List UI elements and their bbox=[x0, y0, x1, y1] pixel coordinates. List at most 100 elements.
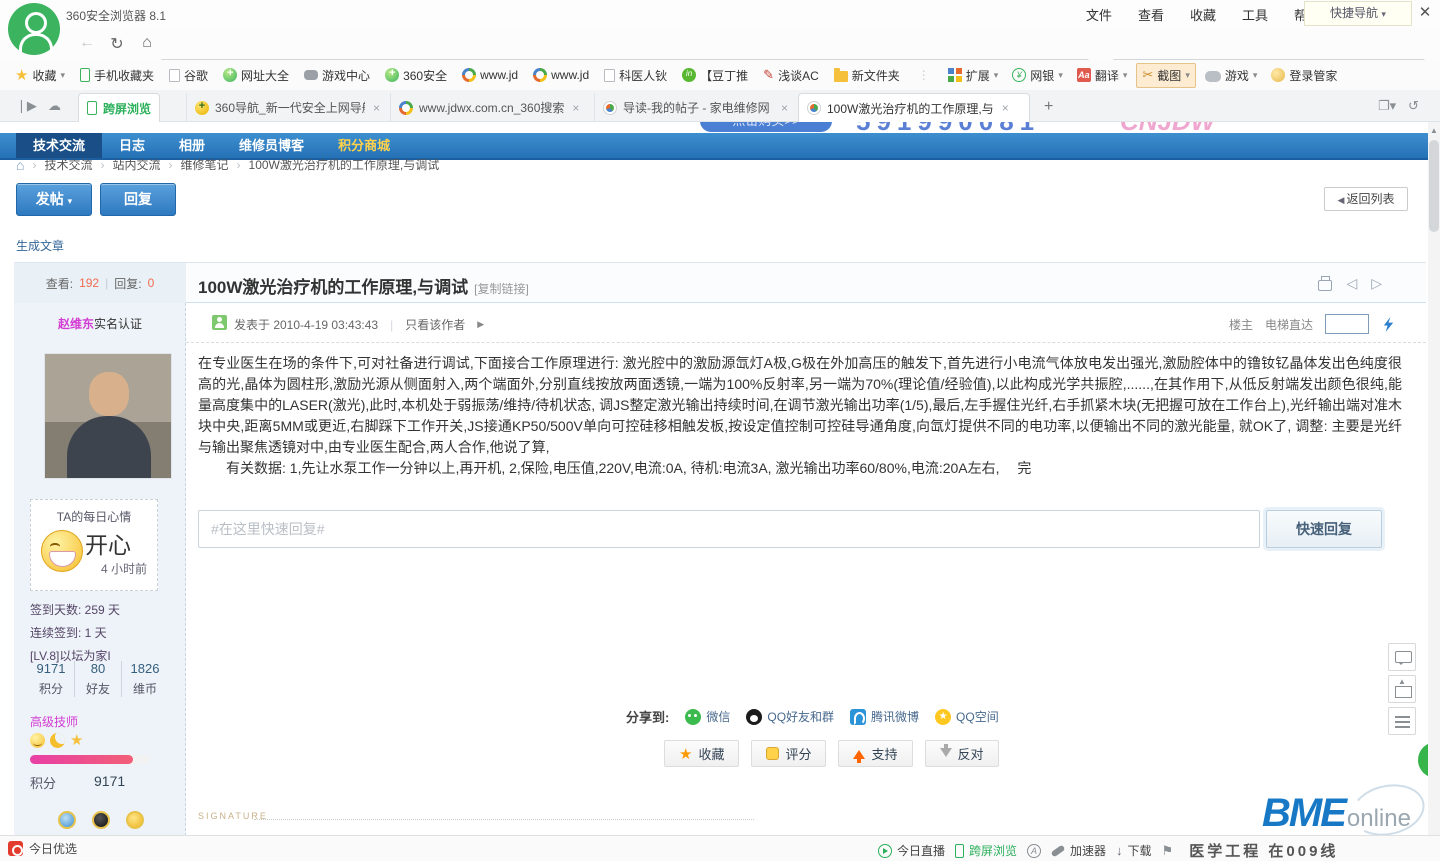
elevator-input[interactable] bbox=[1325, 314, 1369, 334]
prev-thread-icon[interactable] bbox=[1346, 275, 1357, 293]
support-button[interactable]: 支持 bbox=[838, 740, 912, 767]
menu-view[interactable]: 查看 bbox=[1138, 5, 1164, 24]
stat-friends[interactable]: 80好友 bbox=[74, 661, 121, 697]
reply-button[interactable]: 回复 bbox=[100, 183, 176, 216]
back-icon[interactable]: ← bbox=[76, 34, 98, 52]
author-name[interactable]: 赵维东 bbox=[58, 315, 94, 332]
new-post-label: 发帖 bbox=[36, 191, 64, 207]
bookmark-360safe[interactable]: 360安全 bbox=[385, 67, 447, 84]
menu-favorites[interactable]: 收藏 bbox=[1190, 5, 1216, 24]
tab-my-posts[interactable]: 导读-我的帖子 - 家电维修网 - P bbox=[594, 93, 796, 122]
plugin-screenshot[interactable]: 截图 bbox=[1136, 63, 1195, 88]
back-to-list-button[interactable]: 返回列表 bbox=[1324, 187, 1408, 211]
bookmark-jd1[interactable]: www.jd bbox=[462, 68, 518, 82]
scroll-up-icon[interactable] bbox=[1430, 126, 1438, 135]
copy-link[interactable]: [复制链接] bbox=[474, 282, 529, 296]
cloud-sync-icon[interactable]: ☁ bbox=[48, 98, 61, 114]
bookmark-games[interactable]: 游戏中心 bbox=[304, 67, 370, 84]
print-icon[interactable] bbox=[1318, 280, 1332, 291]
tab-360-nav[interactable]: 360导航_新一代安全上网导航 bbox=[186, 93, 388, 122]
quick-reply-button[interactable]: 快速回复 bbox=[1266, 510, 1382, 548]
bookmark-google[interactable]: 谷歌 bbox=[169, 67, 208, 84]
quick-reply-input[interactable] bbox=[198, 510, 1260, 548]
plugin-games[interactable]: 游戏 bbox=[1200, 64, 1263, 87]
share-wechat[interactable]: 微信 bbox=[685, 708, 730, 725]
tab-close-icon[interactable] bbox=[373, 101, 380, 115]
menu-file[interactable]: 文件 bbox=[1086, 5, 1112, 24]
new-tab-icon[interactable]: + bbox=[1044, 98, 1053, 116]
plugin-login-keeper[interactable]: 登录管家 bbox=[1266, 64, 1342, 87]
close-button[interactable] bbox=[1416, 5, 1434, 21]
nav-tech-exchange[interactable]: 技术交流 bbox=[16, 133, 102, 158]
live-today-button[interactable]: 今日直播 bbox=[878, 842, 945, 859]
favorite-button[interactable]: 收藏 bbox=[664, 740, 739, 767]
menu-tools[interactable]: 工具 bbox=[1242, 5, 1268, 24]
nav-points-mall[interactable]: 积分商城 bbox=[321, 133, 407, 158]
bookmark-favorites[interactable]: 收藏 bbox=[15, 66, 65, 84]
tab-close-icon[interactable] bbox=[781, 101, 788, 115]
share-qq[interactable]: QQ好友和群 bbox=[746, 708, 834, 725]
author-photo[interactable] bbox=[44, 353, 172, 479]
expand-icon[interactable] bbox=[477, 319, 484, 330]
cross-screen-button[interactable]: 跨屏浏览 bbox=[955, 842, 1017, 859]
only-author-link[interactable]: 只看该作者 bbox=[405, 316, 465, 333]
a-circle-icon[interactable]: A bbox=[1027, 844, 1041, 858]
translate-icon: Aa bbox=[1077, 68, 1091, 82]
scrollbar[interactable] bbox=[1428, 122, 1440, 835]
plugin-bank[interactable]: ¥网银 bbox=[1007, 64, 1068, 87]
jump-icon[interactable] bbox=[1381, 317, 1396, 332]
360-safe-icon bbox=[385, 68, 399, 82]
nav-blog[interactable]: 日志 bbox=[102, 133, 162, 158]
bme-text: BME bbox=[1262, 791, 1345, 835]
daily-picks[interactable]: 今日优选 bbox=[8, 840, 77, 857]
browser-window: 360安全浏览器 8.1 › 文件 查看 收藏 工具 帮助 ← ↻ ⌂ http… bbox=[0, 0, 1440, 861]
rate-button[interactable]: 评分 bbox=[751, 740, 826, 767]
qq-icon bbox=[746, 709, 762, 725]
home-icon[interactable]: ⌂ bbox=[136, 34, 158, 52]
tab-cross-screen[interactable]: 跨屏浏览 bbox=[78, 93, 160, 122]
tab-thread[interactable]: 100W激光治疗机的工作原理,与 bbox=[798, 93, 1030, 122]
plugin-translate[interactable]: Aa翻译 bbox=[1072, 64, 1133, 87]
tab-search[interactable]: www.jdwx.com.cn_360搜索 bbox=[390, 93, 592, 122]
next-thread-icon[interactable] bbox=[1371, 275, 1382, 293]
tab-list-icon[interactable]: ❐ bbox=[1378, 98, 1396, 114]
buy-button-fragment[interactable]: 点击购买>> bbox=[700, 122, 832, 132]
tab-close-icon[interactable] bbox=[1002, 101, 1009, 115]
scrollbar-thumb[interactable] bbox=[1429, 140, 1439, 232]
share-qzone[interactable]: QQ空间 bbox=[935, 708, 999, 725]
back-to-top-button[interactable] bbox=[1388, 675, 1416, 703]
quick-nav-button[interactable]: 快捷导航 bbox=[1304, 1, 1412, 26]
crumb-notes[interactable]: 维修笔记 bbox=[181, 156, 229, 173]
stat-coins[interactable]: 1826维币 bbox=[121, 661, 168, 697]
bookmark-jd2[interactable]: www.jd bbox=[533, 68, 589, 82]
bookmark-ac[interactable]: 浅谈AC bbox=[763, 67, 819, 84]
comment-tool-button[interactable] bbox=[1388, 643, 1416, 671]
booster-button[interactable]: 加速器 bbox=[1051, 842, 1106, 859]
share-tencent-weibo[interactable]: 腾讯微博 bbox=[850, 708, 919, 725]
crumb-site[interactable]: 站内交流 bbox=[112, 156, 160, 173]
rocket-icon bbox=[1051, 844, 1066, 857]
flag-icon[interactable] bbox=[1162, 843, 1174, 859]
nav-album[interactable]: 相册 bbox=[162, 133, 222, 158]
divider: | bbox=[105, 276, 108, 290]
user-avatar-icon[interactable] bbox=[8, 3, 60, 55]
bookmark-sites[interactable]: 网址大全 bbox=[223, 67, 289, 84]
bookmark-douding[interactable]: 【豆丁推 bbox=[682, 67, 748, 84]
plugin-extensions[interactable]: 扩展 bbox=[943, 64, 1004, 87]
thread-list-button[interactable] bbox=[1388, 707, 1416, 735]
sidebar-toggle-icon[interactable]: ❘▶ bbox=[16, 98, 37, 114]
nav-repairman-blog[interactable]: 维修员博客 bbox=[222, 133, 321, 158]
bookmark-mobile[interactable]: 手机收藏夹 bbox=[80, 67, 154, 84]
generate-article-link[interactable]: 生成文章 bbox=[16, 237, 64, 254]
tab-close-icon[interactable] bbox=[572, 101, 579, 115]
refresh-icon[interactable]: ↻ bbox=[106, 34, 128, 54]
home-icon[interactable] bbox=[16, 157, 24, 173]
new-post-button[interactable]: 发帖 bbox=[16, 183, 92, 216]
bookmark-newfolder[interactable]: 新文件夹 bbox=[834, 67, 900, 84]
stat-points[interactable]: 9171积分 bbox=[28, 661, 74, 697]
crumb-tech[interactable]: 技术交流 bbox=[44, 156, 92, 173]
oppose-button[interactable]: 反对 bbox=[925, 740, 999, 767]
download-button[interactable]: 下载 bbox=[1116, 842, 1152, 859]
reopen-tab-icon[interactable]: ↺ bbox=[1408, 98, 1419, 114]
bookmark-keyiren[interactable]: 科医人钬 bbox=[604, 67, 667, 84]
